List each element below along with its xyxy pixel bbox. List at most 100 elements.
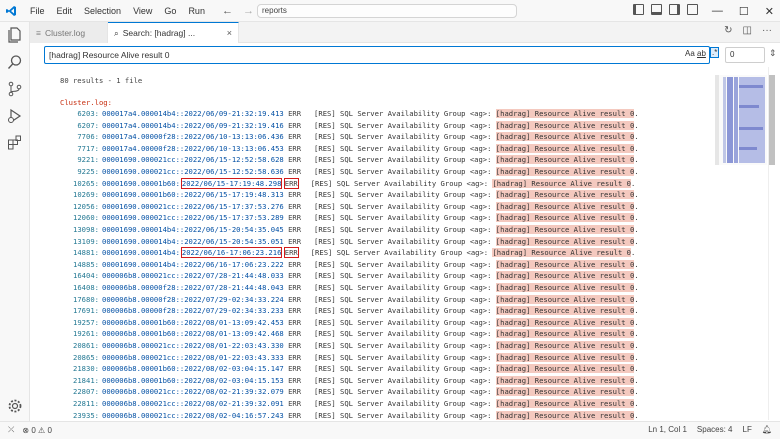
timestamp: 2022/06/15-12:52:58.636 [184,167,284,176]
timestamp: 2022/06/15-17:37:53.289 [184,213,284,223]
result-file-name[interactable]: Cluster.log: [60,98,112,107]
match-whole-word-toggle[interactable]: ab [697,49,706,58]
log-message: [RES] SQL Server Availability Group <ag>… [314,132,496,142]
severity-level: ERR [288,294,302,304]
window-controls: — ☐ ✕ [712,0,774,22]
settings-gear-icon[interactable] [7,398,23,414]
match-suffix: . [634,132,639,142]
line-number: 21841: [73,375,99,385]
end-of-line[interactable]: LF [743,425,752,434]
cursor-position[interactable]: Ln 1, Col 1 [648,425,687,434]
match-suffix: . [634,317,639,327]
timestamp: 2022/06/09-21:32:19.413 [184,109,284,118]
timestamp: 2022/06/15-20:54:35.051 [184,236,284,246]
search-editor-header: [hadrag] Resource Alive result 0 Aa ab .… [30,43,780,67]
run-debug-icon[interactable] [7,108,23,124]
line-number: 9221: [77,155,99,165]
timestamp: 2022/08/01-22:03:43.330 [184,341,284,350]
menu-edit[interactable]: Edit [51,0,79,22]
search-match-highlight: [hadrag] Resource Alive result 0 [495,236,635,246]
menu-view[interactable]: View [127,0,158,22]
maximize-icon[interactable]: ☐ [739,5,749,18]
thread-id: 00001690.000014b4:: [102,259,185,269]
log-message: [RES] SQL Server Availability Group <ag>… [314,143,496,153]
customize-layout-icon[interactable] [687,4,698,15]
warning-icon: ⚠ [38,425,46,435]
toggle-primary-sidebar-icon[interactable] [633,4,644,15]
thread-id: 000017a4.000014b4:: [102,109,185,118]
tab-search-results[interactable]: ⌕ Search: [hadrag] ... × [108,22,239,43]
split-editor-icon[interactable]: ◫ [743,25,752,36]
menu-run[interactable]: Run [182,0,211,22]
status-bar: ⤫ ⊗ 0 ⚠ 0 Ln 1, Col 1 Spaces: 4 LF 🔔︎ [0,421,780,439]
match-suffix: . [630,178,636,188]
match-suffix: . [634,341,639,350]
menu-selection[interactable]: Selection [78,0,127,22]
context-lines-stepper-icon[interactable]: ⇕ [769,48,777,59]
problems-indicator[interactable]: ⊗ 0 ⚠ 0 [22,426,51,435]
menu-go[interactable]: Go [158,0,182,22]
remote-indicator-icon[interactable]: ⤫ [8,425,14,435]
search-match-highlight: [hadrag] Resource Alive result 0 [495,120,635,130]
tab-bar: ≡ Cluster.log ⌕ Search: [hadrag] ... × ↻… [30,22,780,43]
match-suffix: . [634,225,639,234]
tab-close-icon[interactable]: × [227,28,232,38]
line-number: 14881: [73,248,99,258]
log-message: [RES] SQL Server Availability Group <ag>… [314,283,496,292]
log-message: [RES] SQL Server Availability Group <ag>… [314,155,496,165]
menu-file[interactable]: File [24,0,51,22]
match-suffix: . [634,213,639,223]
search-match-highlight: [hadrag] Resource Alive result 0 [495,352,635,362]
log-message: [RES] SQL Server Availability Group <ag>… [314,364,496,374]
use-regex-toggle[interactable]: .* [709,47,720,58]
thread-id: 00001690.000014b4:: [102,225,185,234]
toggle-panel-icon[interactable] [651,4,662,15]
log-message: [RES] SQL Server Availability Group <ag>… [314,201,496,211]
thread-id: 000006b8.00000f28:: [102,294,185,304]
vertical-scrollbar-thumb[interactable] [769,75,775,165]
explorer-icon[interactable] [7,27,23,43]
severity-level: ERR [288,271,302,281]
search-match-highlight: [hadrag] Resource Alive result 0 [495,364,635,374]
refresh-icon[interactable]: ↻ [724,25,732,36]
severity-level: ERR [288,201,302,211]
severity-level: ERR [288,259,302,269]
command-center[interactable]: reports [257,4,517,18]
match-suffix: . [634,155,639,165]
thread-id: 000006b8.000021cc:: [102,387,185,397]
title-bar: File Edit Selection View Go Run ← → repo… [0,0,780,22]
notifications-bell-icon[interactable]: 🔔︎ [762,425,772,434]
search-match-highlight: [hadrag] Resource Alive result 0 [495,132,635,142]
tab-cluster-log[interactable]: ≡ Cluster.log [30,22,108,43]
match-case-toggle[interactable]: Aa [685,49,695,58]
indentation[interactable]: Spaces: 4 [697,425,733,434]
timestamp: 2022/08/02-03:04:15.147 [184,364,284,374]
search-query-input[interactable]: [hadrag] Resource Alive result 0 [44,46,710,64]
thread-id: 000017a4.00000f28:: [102,132,185,142]
toggle-secondary-sidebar-icon[interactable] [669,4,680,15]
match-suffix: . [634,387,639,397]
thread-id: 000006b8.000021cc:: [102,352,185,362]
more-actions-icon[interactable]: ··· [762,25,772,36]
log-message: [RES] SQL Server Availability Group <ag>… [314,294,496,304]
thread-id: 000006b8.000021cc:: [102,399,185,408]
severity-level: ERR [288,399,302,408]
back-arrow-icon[interactable]: ← [222,5,233,17]
minimize-icon[interactable]: — [712,5,723,17]
timestamp: 2022/06/15-20:54:35.045 [184,225,284,234]
close-window-icon[interactable]: ✕ [765,5,774,18]
thread-id: 000006b8.00001b60:: [102,375,185,385]
minimap[interactable] [715,75,767,165]
source-control-icon[interactable] [7,81,23,97]
match-suffix: . [634,259,639,269]
line-number: 19261: [73,329,99,339]
search-icon[interactable] [7,54,23,70]
context-lines-input[interactable]: 0 [725,47,765,63]
severity-level: ERR [288,375,302,385]
log-message: [RES] SQL Server Availability Group <ag>… [314,225,496,234]
line-number: 17680: [73,294,99,304]
extensions-icon[interactable] [7,135,23,151]
search-match-highlight: [hadrag] Resource Alive result 0 [495,155,635,165]
forward-arrow-icon[interactable]: → [243,5,254,17]
line-number: 12060: [73,213,99,223]
